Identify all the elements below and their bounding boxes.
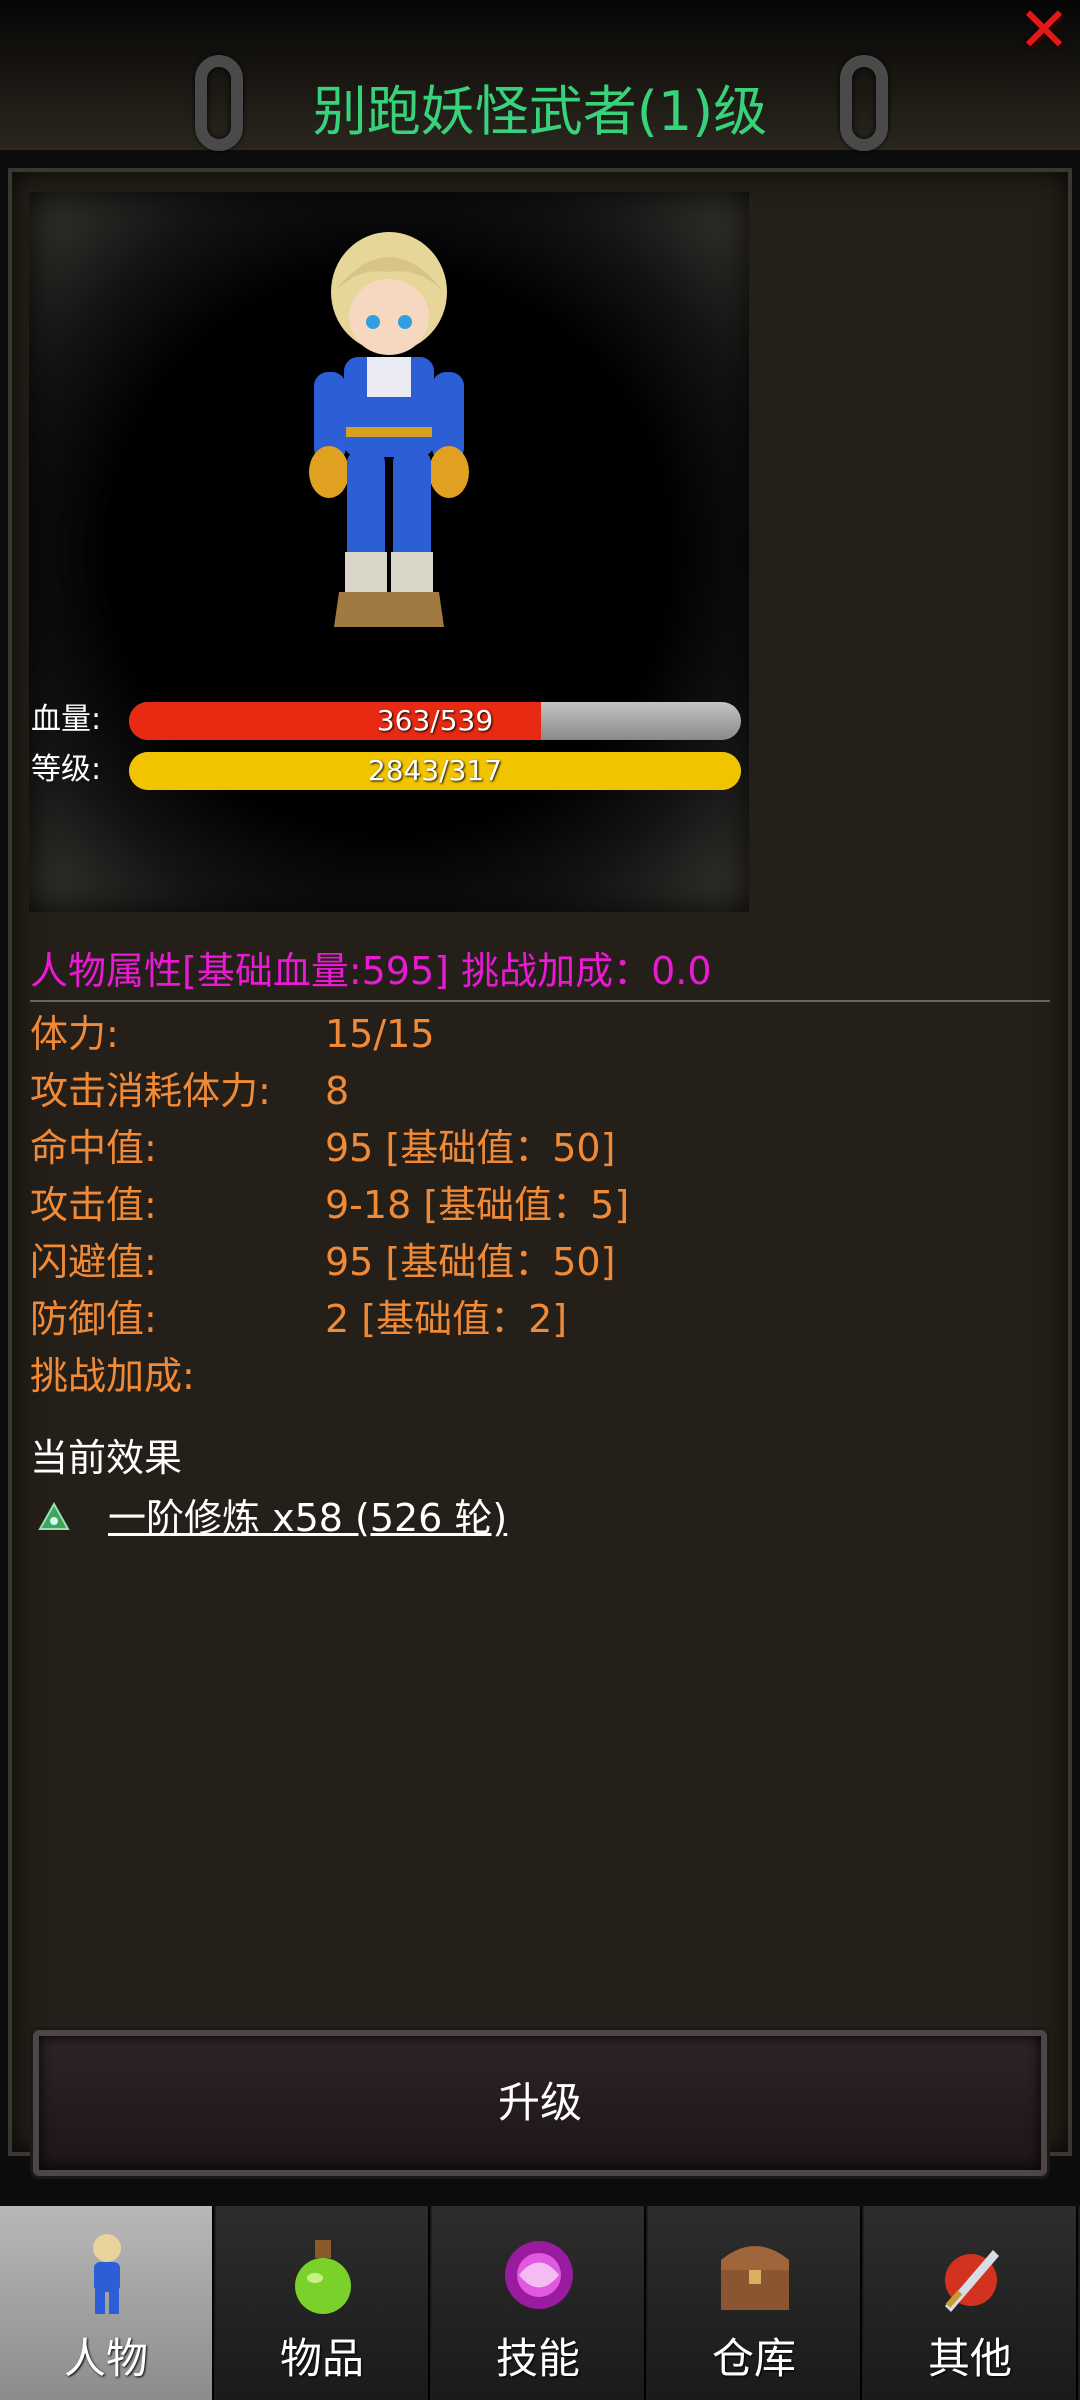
effect-link[interactable]: 一阶修炼 x58 (526 轮) bbox=[108, 1490, 507, 1546]
stat-row-defense: 防御值: 2 [基础值：2] bbox=[30, 1291, 1030, 1347]
stat-key: 体力: bbox=[30, 1012, 119, 1056]
potion-icon bbox=[295, 2240, 351, 2314]
attributes-header: 人物属性[基础血量:595] 挑战加成：0.0 bbox=[30, 949, 712, 993]
character-title: 别跑妖怪武者(1)级 bbox=[312, 80, 768, 143]
tab-label: 人物 bbox=[63, 2334, 148, 2383]
stat-row-stamina: 体力: 15/15 bbox=[30, 1006, 1030, 1062]
stat-key: 闪避值: bbox=[30, 1240, 157, 1284]
stat-key: 命中值: bbox=[30, 1126, 157, 1170]
stat-value: 95 [基础值：50] bbox=[325, 1126, 616, 1170]
tab-skills[interactable]: 技能 bbox=[432, 2206, 646, 2400]
hp-label: 血量: bbox=[31, 702, 102, 737]
tab-other[interactable]: 其他 bbox=[864, 2206, 1078, 2400]
stat-key: 防御值: bbox=[30, 1297, 157, 1341]
stat-row-attack: 攻击值: 9-18 [基础值：5] bbox=[30, 1177, 1030, 1233]
tab-warehouse[interactable]: 仓库 bbox=[648, 2206, 862, 2400]
tab-label: 技能 bbox=[495, 2334, 580, 2383]
stat-key: 挑战加成: bbox=[30, 1354, 195, 1398]
chest-icon bbox=[721, 2246, 789, 2310]
level-label: 等级: bbox=[31, 752, 102, 787]
stat-value: 8 bbox=[325, 1069, 350, 1113]
stat-row-dodge: 闪避值: 95 [基础值：50] bbox=[30, 1234, 1030, 1290]
hp-value: 363/539 bbox=[376, 704, 494, 737]
stat-key: 攻击消耗体力: bbox=[30, 1069, 271, 1113]
upgrade-button-label: 升级 bbox=[497, 2078, 582, 2127]
stat-row-attack-cost: 攻击消耗体力: 8 bbox=[30, 1063, 1030, 1119]
stat-key: 攻击值: bbox=[30, 1183, 157, 1227]
tab-items[interactable]: 物品 bbox=[216, 2206, 430, 2400]
triangle-gem-icon bbox=[38, 1502, 70, 1530]
avatar bbox=[309, 232, 469, 627]
stat-value: 95 [基础值：50] bbox=[325, 1240, 616, 1284]
effects-title: 当前效果 bbox=[30, 1436, 183, 1480]
tab-label: 其他 bbox=[927, 2334, 1012, 2383]
stat-row-accuracy: 命中值: 95 [基础值：50] bbox=[30, 1120, 1030, 1176]
character-icon bbox=[93, 2234, 121, 2314]
sword-icon bbox=[945, 2250, 999, 2312]
hp-bar: 363/539 bbox=[129, 702, 741, 740]
bottom-nav: 人物 物品 技能 仓库 其他 bbox=[0, 2206, 1080, 2400]
stat-value: 9-18 [基础值：5] bbox=[325, 1183, 630, 1227]
upgrade-button[interactable]: 升级 bbox=[33, 2030, 1047, 2176]
stat-value: 2 [基础值：2] bbox=[325, 1297, 568, 1341]
close-icon[interactable]: ✕ bbox=[1014, 0, 1074, 61]
stat-row-challenge-bonus: 挑战加成: bbox=[30, 1348, 1030, 1404]
header-bar: 别跑妖怪武者(1)级 ✕ bbox=[0, 0, 1080, 151]
tab-label: 物品 bbox=[279, 2334, 364, 2383]
character-portrait: 血量: 363/539 等级: 2843/317 bbox=[29, 192, 749, 912]
skill-orb-icon bbox=[505, 2241, 573, 2309]
tab-label: 仓库 bbox=[711, 2334, 796, 2383]
level-value: 2843/317 bbox=[367, 754, 503, 787]
stat-value: 15/15 bbox=[325, 1012, 435, 1056]
tab-character[interactable]: 人物 bbox=[0, 2206, 214, 2400]
divider bbox=[30, 1000, 1050, 1002]
level-bar: 2843/317 bbox=[129, 752, 741, 790]
